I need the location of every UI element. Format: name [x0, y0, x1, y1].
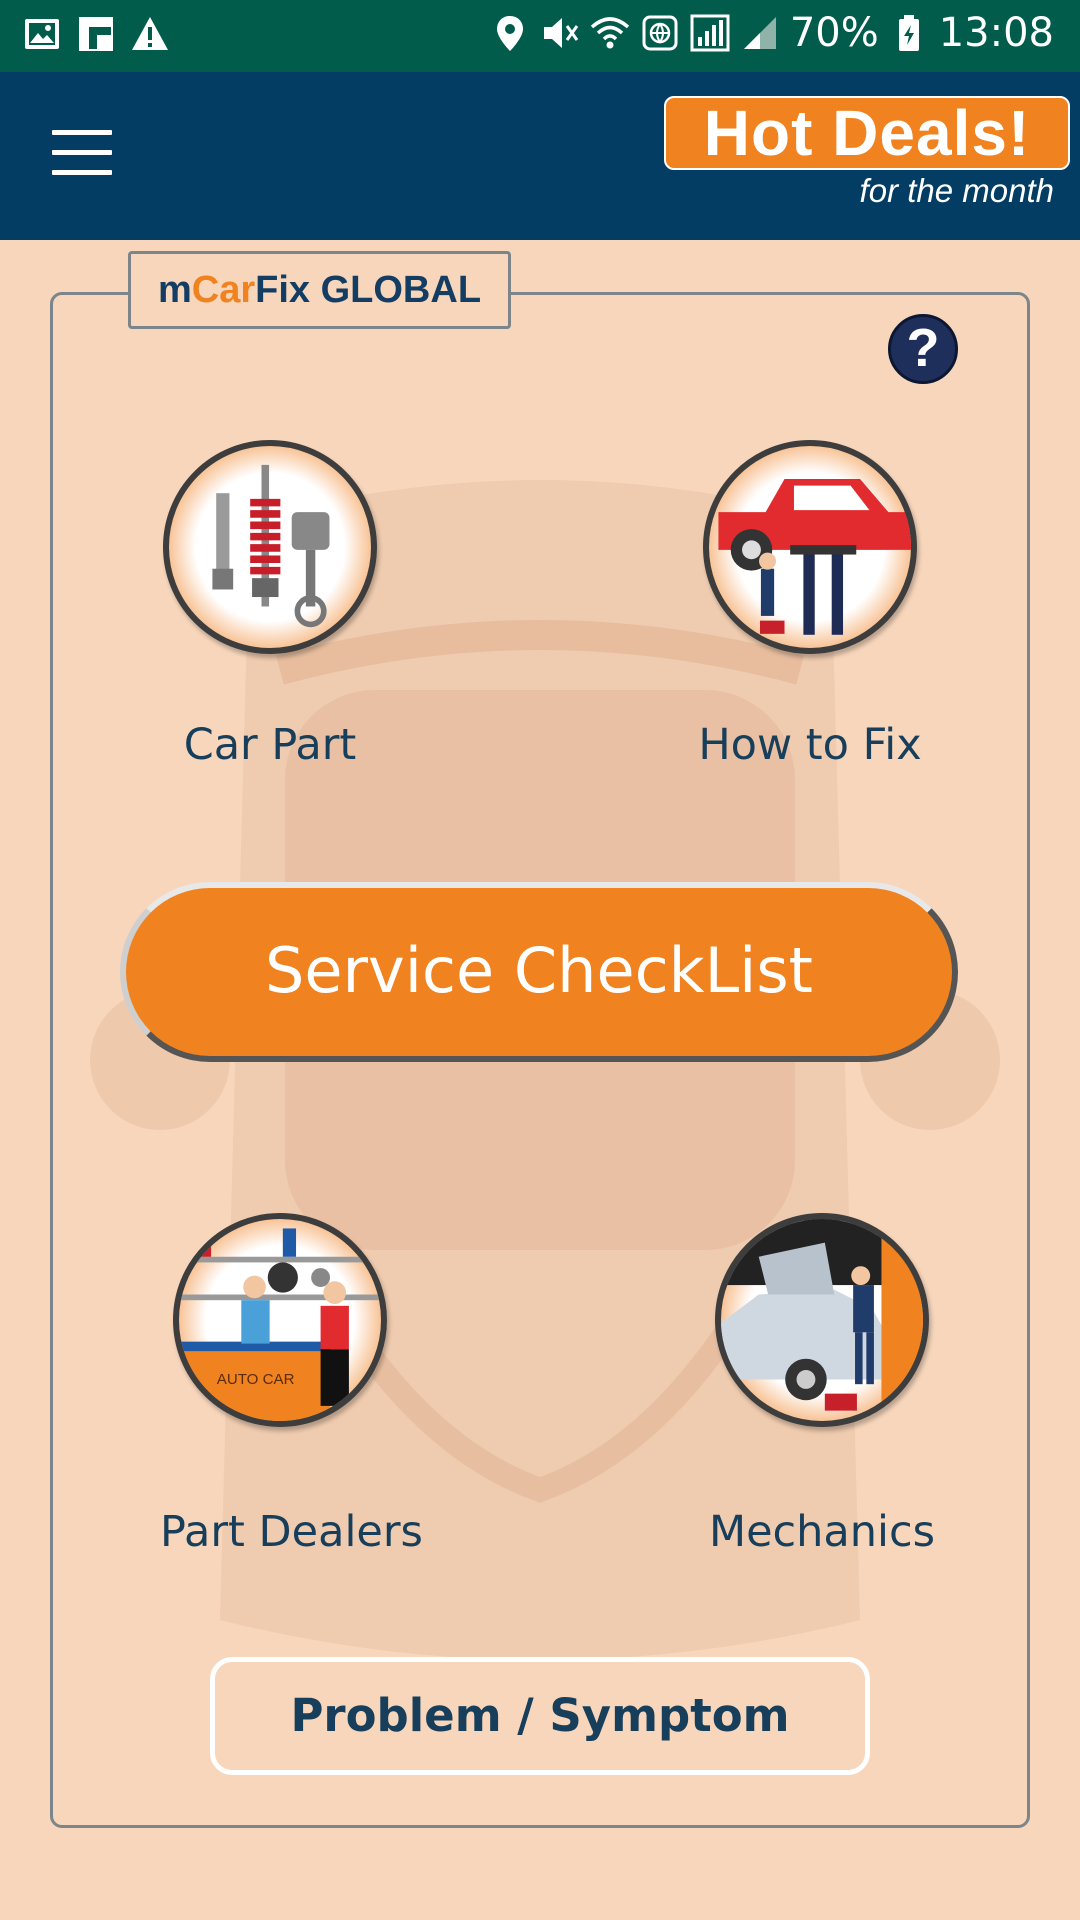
logo-part-fix-global: Fix GLOBAL — [255, 268, 482, 311]
signal-icon — [690, 13, 730, 53]
tile-mechanics[interactable]: Mechanics — [702, 1213, 942, 1573]
hamburger-menu-icon[interactable] — [52, 130, 112, 176]
logo-part-m: m — [157, 268, 192, 311]
tile-part-dealers[interactable]: AUTO CAR Part Dealers — [160, 1213, 423, 1573]
hot-deals-subtitle: for the month — [859, 172, 1054, 209]
car-lift-repair-icon — [703, 440, 917, 654]
car-parts-icon — [163, 440, 377, 654]
status-left-icons — [22, 14, 170, 54]
signal-2-icon — [740, 13, 780, 53]
wifi-icon — [590, 13, 630, 53]
tile-label-part-dealers: Part Dealers — [160, 1507, 423, 1557]
logo-part-car: Car — [191, 268, 256, 311]
battery-percent: 70% — [789, 10, 879, 56]
hot-deals-banner[interactable]: Hot Deals! for the month — [664, 96, 1074, 216]
tile-car-part[interactable]: Car Part — [150, 440, 390, 780]
parts-dealer-icon: AUTO CAR — [173, 1213, 387, 1427]
status-bar: 70% 13:08 — [0, 0, 1080, 72]
vpn-icon — [640, 13, 680, 53]
warning-icon — [130, 14, 170, 54]
problem-symptom-button[interactable]: Problem / Symptom — [210, 1657, 870, 1775]
mcarfix-global-logo: m Car Fix GLOBAL — [128, 251, 511, 329]
tile-label-mechanics: Mechanics — [708, 1507, 936, 1557]
help-icon[interactable]: ? — [888, 314, 958, 384]
hot-deals-title: Hot Deals! — [664, 96, 1070, 170]
flipboard-icon — [76, 14, 116, 54]
service-checklist-button[interactable]: Service CheckList — [120, 882, 958, 1062]
image-icon — [22, 14, 62, 54]
clock: 13:08 — [938, 10, 1054, 56]
tile-label-car-part: Car Part — [183, 720, 357, 770]
mute-icon — [540, 13, 580, 53]
location-icon — [490, 13, 530, 53]
svg-text:AUTO CAR: AUTO CAR — [217, 1371, 295, 1388]
tile-how-to-fix[interactable]: How to Fix — [690, 440, 930, 780]
mechanic-icon — [715, 1213, 929, 1427]
battery-icon — [889, 13, 929, 53]
app-bar: Hot Deals! for the month — [0, 72, 1080, 240]
status-right: 70% 13:08 — [490, 10, 1054, 56]
tile-label-how-to-fix: How to Fix — [698, 720, 922, 770]
